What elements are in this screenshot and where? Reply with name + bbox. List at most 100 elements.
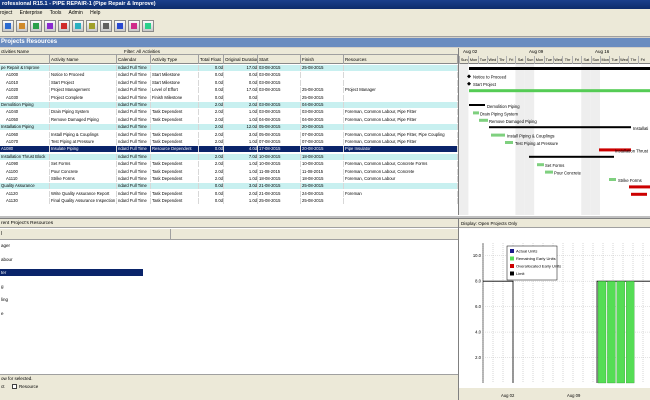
table-row[interactable]: A1010 Start Project ndard Full Time Start M…: [0, 79, 458, 86]
gantt-label: Drain Piping System: [480, 111, 518, 116]
weekend-shade: [581, 64, 591, 215]
toolbar-button-1[interactable]: [2, 20, 14, 32]
table-row[interactable]: pe Repair & Improve ndard Full Time 0.0d 17…: [0, 65, 458, 71]
gantt-bars: Notice to Proceed Start Project Demolition…: [459, 64, 650, 215]
table-row[interactable]: A1040 Drain Piping System ndard Full Time T…: [0, 109, 458, 116]
gantt-day-label: Fri: [637, 56, 647, 64]
resource-item[interactable]: g: [0, 283, 4, 290]
option-resource[interactable]: Resource: [12, 384, 38, 390]
table-cell: ndard Full Time: [117, 94, 151, 101]
filter-layout-label: ctivities Name: [1, 49, 30, 54]
display-filter[interactable]: Display: Open Projects Only: [459, 219, 650, 228]
table-row[interactable]: A1070 Test Piping at Pressure ndard Full T…: [0, 139, 458, 145]
table-cell: 25-08-2015: [301, 198, 344, 205]
table-cell: Foreman, Common Labour, Pipe Fitter: [344, 109, 458, 116]
table-cell: [258, 94, 301, 101]
table-cell: 2.0d: [199, 131, 224, 138]
menu-tools[interactable]: Tools: [50, 10, 62, 16]
histogram-bar: [616, 281, 625, 384]
menu-admin[interactable]: Admin: [69, 10, 83, 16]
menu-project[interactable]: roject: [0, 10, 12, 16]
table-row[interactable]: A1080 Insulate Piping ndard Full Time Resou…: [0, 146, 458, 153]
table-cell: [151, 153, 199, 160]
menu-enterprise[interactable]: Enterprise: [20, 10, 43, 16]
table-row[interactable]: Installation Thrust Block ndard Full Time…: [0, 153, 458, 160]
column-header[interactable]: Start: [258, 55, 301, 64]
toolbar-button-6[interactable]: [72, 20, 84, 32]
table-cell: 0.0d: [199, 87, 224, 94]
table-cell: Quality Assurance: [0, 183, 50, 190]
toolbar-button-9[interactable]: [114, 20, 126, 32]
column-header[interactable]: Total Float: [199, 55, 224, 64]
gantt-bar: [529, 155, 614, 158]
table-row[interactable]: A1030 Project Complete ndard Full Time Fini…: [0, 94, 458, 101]
table-row[interactable]: A1090 Set Forms ndard Full Time Task Depend…: [0, 161, 458, 168]
toolbar-button-11[interactable]: [142, 20, 154, 32]
table-cell: 11-08-2015: [301, 168, 344, 175]
table-cell: 2.0d: [199, 176, 224, 182]
gantt-label: Installation Thrust: [615, 148, 649, 153]
menu-help[interactable]: Help: [90, 10, 100, 16]
column-header[interactable]: Calendar: [117, 55, 151, 64]
resource-item[interactable]: ling: [0, 296, 8, 303]
menu-bar: roject Enterprise Tools Admin Help: [0, 9, 650, 17]
table-cell: 17.0d: [224, 65, 258, 71]
table-cell: 0.0d: [199, 65, 224, 71]
projects-tab-title[interactable]: Projects Resources: [1, 39, 57, 45]
column-header[interactable]: Activity Type: [151, 55, 199, 64]
table-cell: Test Piping at Pressure: [50, 139, 117, 145]
table-row[interactable]: A1130 Final Quality Assurance Inspection n…: [0, 198, 458, 205]
table-row[interactable]: A1060 Install Piping & Couplings ndard Ful…: [0, 131, 458, 138]
table-cell: ndard Full Time: [117, 79, 151, 86]
resource-checkbox[interactable]: [12, 384, 17, 390]
table-cell: Foreman, Common Labour, Concrete Forms: [344, 161, 458, 168]
table-row[interactable]: A1050 Remove Damaged Piping ndard Full Tim…: [0, 116, 458, 123]
table-cell: A1110: [0, 176, 50, 182]
tracking-icon: [75, 23, 81, 29]
table-cell: 18-08-2015: [301, 176, 344, 182]
toolbar-button-10[interactable]: [128, 20, 140, 32]
column-header[interactable]: Activity Name: [50, 55, 117, 64]
table-cell: 25-08-2015: [301, 87, 344, 94]
column-header[interactable]: Resources: [344, 55, 458, 64]
table-cell: 2.0d: [224, 102, 258, 108]
table-row[interactable]: A1110 Strike Forms ndard Full Time Task Dep…: [0, 176, 458, 182]
table-cell: 0.0d: [199, 72, 224, 79]
toolbar-button-5[interactable]: [58, 20, 70, 32]
filter-label[interactable]: Filter: All Activities: [124, 48, 160, 55]
histogram-bar: [607, 281, 616, 384]
activity-table: Activity Name Calendar Activity Type Total …: [0, 55, 458, 215]
table-cell: 0.0d: [199, 198, 224, 205]
table-row[interactable]: A1100 Pour Concrete ndard Full Time Task De…: [0, 168, 458, 175]
toolbar-button-3[interactable]: [30, 20, 42, 32]
resource-item[interactable]: e: [0, 310, 4, 317]
toolbar-button-7[interactable]: [86, 20, 98, 32]
table-row[interactable]: Installation Piping ndard Full Time 2.0d 12…: [0, 124, 458, 131]
toolbar-button-4[interactable]: [44, 20, 56, 32]
resource-item-selected[interactable]: ter: [0, 269, 143, 276]
gantt-label: Start Project: [473, 82, 497, 87]
toolbar-button-2[interactable]: [16, 20, 28, 32]
table-cell: A1100: [0, 168, 50, 175]
table-row[interactable]: Quality Assurance ndard Full Time 0.0d 3.0d…: [0, 183, 458, 190]
resource-item[interactable]: abour: [0, 256, 13, 263]
table-cell: Write Quality Assurance Report: [50, 190, 117, 197]
column-header[interactable]: Finish: [301, 55, 344, 64]
y-tick-label: 6.0: [475, 304, 481, 309]
resource-item[interactable]: ager: [0, 242, 10, 249]
title-bar: rofessional R15.1 - PIPE REPAIR-1 (Pipe …: [0, 0, 650, 9]
table-cell: 2.0d: [199, 124, 224, 131]
column-header[interactable]: [0, 55, 50, 64]
table-cell: [151, 102, 199, 108]
gantt-day-label: Sat: [581, 56, 590, 64]
table-row[interactable]: A1120 Write Quality Assurance Report ndard…: [0, 190, 458, 197]
table-row[interactable]: A1020 Project Management ndard Full Time Le…: [0, 87, 458, 94]
table-row[interactable]: A1000 Notice to Proceed ndard Full Time Sta…: [0, 72, 458, 79]
gantt-day-label: Sun: [524, 56, 534, 64]
gantt-label: Notice to Proceed: [473, 74, 507, 79]
column-header[interactable]: Original Duration: [224, 55, 258, 64]
resources-column-header: l: [0, 229, 458, 240]
weekend-shade: [459, 64, 469, 215]
toolbar-button-8[interactable]: [100, 20, 112, 32]
table-row[interactable]: Demolition Piping ndard Full Time 2.0d 2.0d…: [0, 102, 458, 108]
